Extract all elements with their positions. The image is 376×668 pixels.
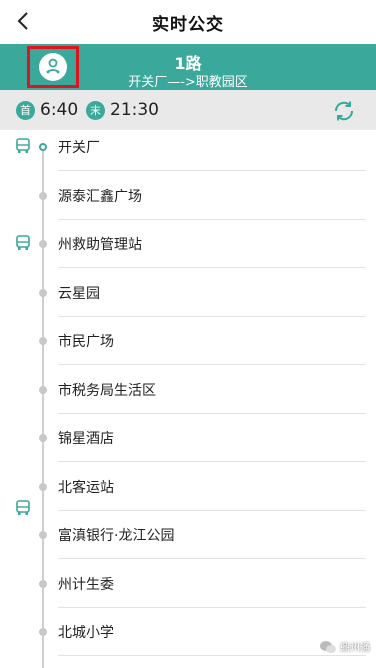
stop-dot xyxy=(39,240,47,248)
title-bar: 实时公交 xyxy=(0,0,376,44)
last-bus-badge: 末 xyxy=(86,100,105,120)
first-bus-time: 首 6:40 xyxy=(16,100,78,120)
page-title: 实时公交 xyxy=(152,14,224,35)
stop-name: 开关厂 xyxy=(58,140,100,156)
watermark: 鼎州通 xyxy=(319,639,370,654)
divider xyxy=(58,606,366,608)
first-bus-time-text: 6:40 xyxy=(40,100,79,120)
route-banner: 1路 开关厂—->职教园区 xyxy=(0,44,376,90)
stop-name: 源泰汇鑫广场 xyxy=(58,188,142,205)
stop-item[interactable]: 富滇银行·龙江公园 xyxy=(0,518,376,567)
service-times-bar: 首 6:40 末 21:30 xyxy=(0,90,376,130)
stop-item[interactable]: 北客运站 xyxy=(0,470,376,519)
stop-dot xyxy=(39,288,47,297)
bus-icon xyxy=(16,235,30,250)
stop-item[interactable]: 州救助管理站 xyxy=(0,227,376,276)
stop-name: 锦星酒店 xyxy=(58,431,114,447)
wechat-icon xyxy=(320,640,336,653)
stop-item[interactable]: 源泰汇鑫广场 xyxy=(0,179,376,228)
stop-name: 市民广场 xyxy=(58,334,114,350)
divider xyxy=(58,461,366,462)
divider xyxy=(58,315,366,317)
stop-item[interactable]: 云星园 xyxy=(0,276,376,325)
stop-item[interactable]: 州计生委 xyxy=(0,567,376,616)
stop-dot xyxy=(39,531,47,539)
stop-list: 开关厂 源泰汇鑫广场 州救助管理站 云星园 市民广场 市税务局生活区 锦星酒店 … xyxy=(0,130,376,668)
bus-icon xyxy=(16,138,30,153)
route-direction: 开关厂—->职教园区 xyxy=(128,75,248,90)
stop-dot xyxy=(39,143,47,151)
stop-dot xyxy=(39,628,47,636)
refresh-icon[interactable] xyxy=(332,99,356,123)
stop-name: 州计生委 xyxy=(58,576,114,593)
stop-name: 市税务局生活区 xyxy=(58,382,156,399)
divider xyxy=(58,364,366,365)
back-button[interactable] xyxy=(8,6,38,36)
stop-dot xyxy=(39,337,47,345)
divider xyxy=(58,509,366,511)
divider xyxy=(58,218,366,220)
first-bus-badge: 首 xyxy=(16,100,35,120)
bus-icon xyxy=(16,500,30,515)
stop-dot xyxy=(39,434,47,442)
stop-dot xyxy=(39,579,47,588)
stop-name: 富滇银行·龙江公园 xyxy=(58,528,175,544)
stop-dot xyxy=(39,191,47,200)
last-bus-time-text: 21:30 xyxy=(110,100,159,120)
divider xyxy=(58,267,366,268)
stop-item[interactable]: 开关厂 xyxy=(0,130,376,179)
divider xyxy=(58,655,366,656)
stop-item[interactable]: 市民广场 xyxy=(0,324,376,373)
stop-name: 云星园 xyxy=(58,285,100,302)
stop-dot xyxy=(39,385,47,394)
divider xyxy=(58,170,366,171)
stop-name: 北客运站 xyxy=(58,479,114,496)
watermark-text: 鼎州通 xyxy=(340,643,370,654)
stop-item[interactable]: 锦星酒店 xyxy=(0,421,376,470)
stop-name: 州救助管理站 xyxy=(58,237,142,253)
realtime-bus-screen: 实时公交 1路 开关厂—->职教园区 首 6:40 末 21:30 开关厂 源泰… xyxy=(0,0,376,668)
stop-item[interactable]: 市税务局生活区 xyxy=(0,373,376,422)
divider xyxy=(58,558,366,559)
divider xyxy=(58,412,366,414)
stop-name: 北城小学 xyxy=(58,625,114,641)
stop-dot xyxy=(39,482,47,491)
chevron-left-icon xyxy=(17,12,28,30)
last-bus-time: 末 21:30 xyxy=(86,100,159,120)
